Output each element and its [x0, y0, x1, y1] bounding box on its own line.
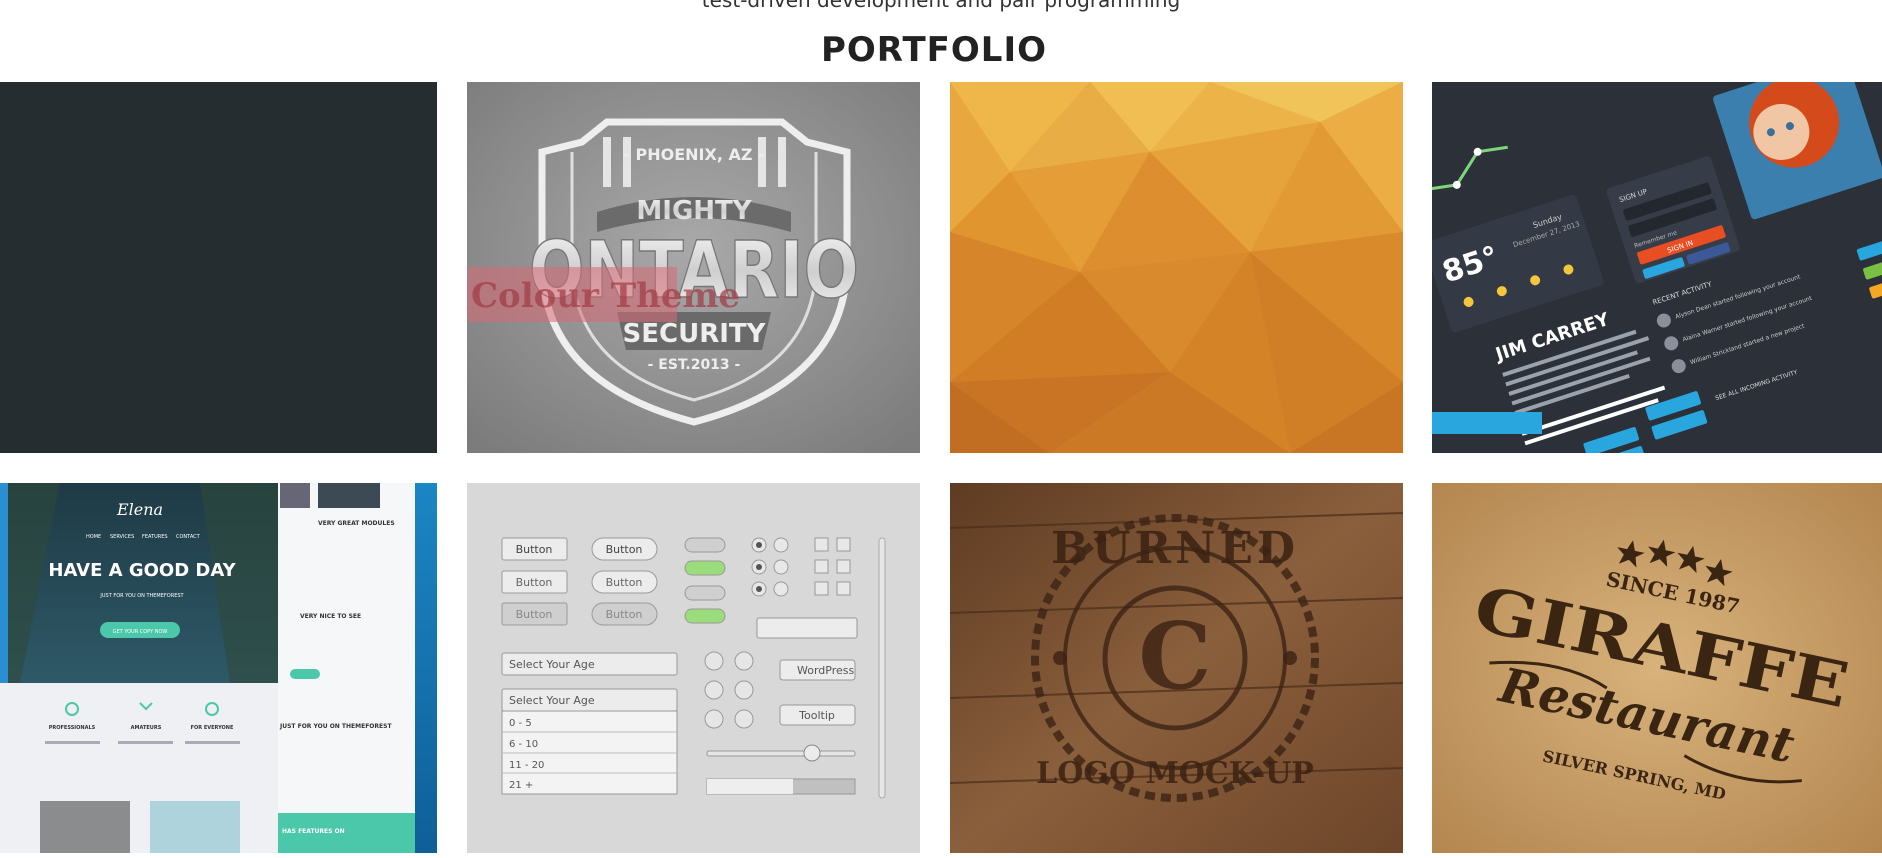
- elena-feature-1: PROFESSIONALS: [49, 725, 96, 731]
- portfolio-item-elena-template[interactable]: VERY GREAT MODULES VERY NICE TO SEE JUST…: [0, 483, 437, 853]
- elena-side-1: VERY GREAT MODULES: [318, 520, 395, 527]
- wordpress-tag: WordPress: [797, 664, 854, 677]
- ui-button-5: Button: [606, 576, 643, 589]
- portfolio-item-dashboard-kit[interactable]: 85° Sunday December 27, 2013 JIM CARREY …: [1432, 82, 1882, 453]
- burned-bottom-text: LOGO MOCK-UP: [1036, 756, 1314, 791]
- age-option-2: 6 - 10: [509, 739, 538, 750]
- burned-logo-image: BURNED C LOGO MOCK-UP: [950, 483, 1403, 853]
- elena-hero-subtitle: JUST FOR YOU ON THEMEFOREST: [99, 593, 184, 599]
- ui-button-4: Button: [606, 543, 643, 556]
- ui-button-2: Button: [516, 576, 553, 589]
- age-select-2: Select Your Age: [509, 694, 595, 707]
- elena-side-4: HAS FEATURES ON: [282, 828, 345, 835]
- ui-button-6: Button: [606, 608, 643, 621]
- section-subtitle: test-driven development and pair program…: [701, 0, 1181, 12]
- ui-button-1: Button: [516, 543, 553, 556]
- elena-nav-home[interactable]: HOME: [86, 534, 101, 540]
- age-option-3: 11 - 20: [509, 760, 544, 771]
- giraffe-logo-image: SINCE 1987 GIRAFFE Restaurant SILVER SPR…: [1432, 483, 1882, 853]
- light-ui-kit-image: Button Button Button Button Button Butto…: [467, 483, 920, 853]
- age-select-1: Select Your Age: [509, 658, 595, 671]
- portfolio-item-orange-polygon[interactable]: [950, 82, 1403, 453]
- elena-logo: Elena: [116, 500, 163, 519]
- portfolio-item-ontario-badge[interactable]: - PHOENIX, AZ - MIGHTY ONTARIO SECURITY …: [467, 82, 920, 453]
- ui-button-3: Button: [516, 608, 553, 621]
- ontario-security-text: SECURITY: [623, 319, 767, 349]
- dashboard-kit-image: 85° Sunday December 27, 2013 JIM CARREY …: [1432, 82, 1882, 453]
- colour-theme-overlay-text: Colour Theme: [471, 276, 740, 316]
- elena-nav-features[interactable]: FEATURES: [142, 534, 168, 540]
- ontario-badge-image: - PHOENIX, AZ - MIGHTY ONTARIO SECURITY …: [467, 82, 920, 453]
- age-option-1: 0 - 5: [509, 718, 532, 729]
- elena-cta-button[interactable]: GET YOUR COPY NOW: [113, 629, 168, 635]
- portfolio-item-dark[interactable]: [0, 82, 437, 453]
- elena-side-3: JUST FOR YOU ON THEMEFOREST: [279, 723, 392, 730]
- portfolio-heading: PORTFOLIO: [820, 30, 1047, 70]
- burned-letter: C: [1138, 602, 1211, 710]
- portfolio-item-giraffe-logo[interactable]: SINCE 1987 GIRAFFE Restaurant SILVER SPR…: [1432, 483, 1882, 853]
- portfolio-item-light-ui-kit[interactable]: Button Button Button Button Button Butto…: [467, 483, 920, 853]
- ontario-top-text: - PHOENIX, AZ -: [623, 145, 764, 164]
- ontario-mighty-text: MIGHTY: [636, 196, 752, 226]
- elena-hero-title: HAVE A GOOD DAY: [48, 560, 236, 581]
- orange-polygon-image: [950, 82, 1403, 453]
- elena-nav-contact[interactable]: CONTACT: [176, 534, 201, 540]
- elena-feature-3: FOR EVERYONE: [191, 725, 234, 731]
- ontario-est-text: - EST.2013 -: [648, 357, 741, 373]
- tooltip-box: Tooltip: [798, 709, 835, 722]
- burned-top-text: BURNED: [1051, 523, 1299, 574]
- elena-template-image: VERY GREAT MODULES VERY NICE TO SEE JUST…: [0, 483, 437, 853]
- portfolio-item-burned-logo[interactable]: BURNED C LOGO MOCK-UP: [950, 483, 1403, 853]
- elena-side-2: VERY NICE TO SEE: [300, 613, 361, 620]
- age-option-4: 21 +: [509, 780, 533, 791]
- elena-feature-2: AMATEURS: [131, 725, 162, 731]
- elena-nav-services[interactable]: SERVICES: [110, 534, 134, 540]
